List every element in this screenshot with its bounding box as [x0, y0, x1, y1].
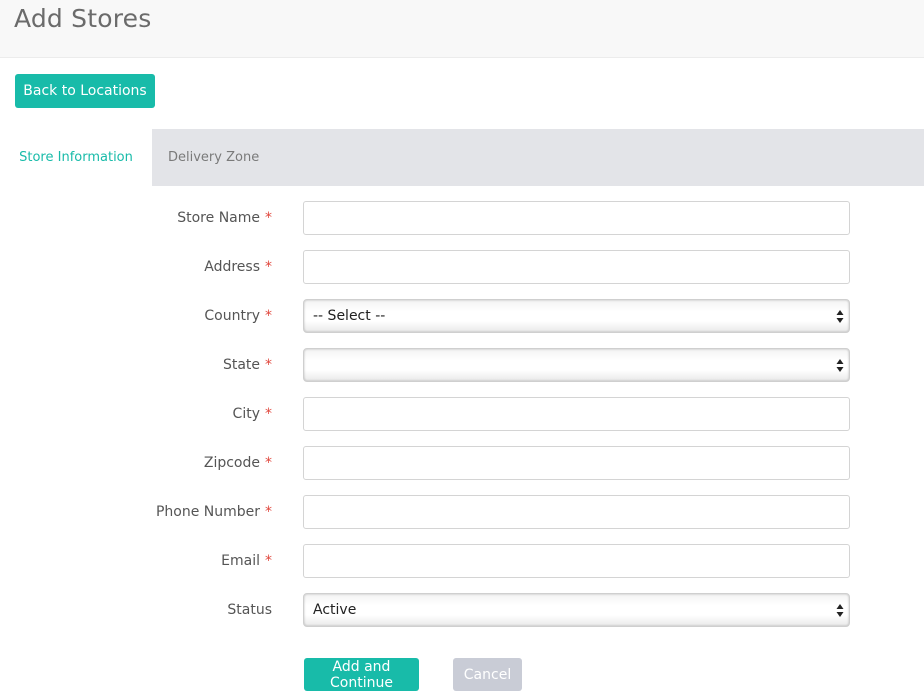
select-arrows-icon [836, 310, 844, 323]
country-select[interactable]: -- Select -- [303, 299, 850, 333]
zipcode-label: Zipcode * [203, 455, 272, 471]
back-to-locations-button[interactable]: Back to Locations [15, 74, 155, 108]
required-mark: * [265, 308, 272, 324]
cancel-button[interactable]: Cancel [453, 658, 522, 691]
page-header: Add Stores [0, 0, 924, 58]
required-mark: * [265, 504, 272, 520]
form-row-email: Email * [0, 544, 924, 578]
form-row-status: Status Active [0, 593, 924, 627]
form-row-city: City * [0, 397, 924, 431]
tab-bar: Store Information Delivery Zone [0, 129, 924, 186]
store-name-label: Store Name * [177, 210, 272, 226]
required-mark: * [265, 553, 272, 569]
status-selected-value: Active [313, 602, 357, 618]
required-mark: * [265, 210, 272, 226]
address-input[interactable] [303, 250, 850, 284]
city-label: City * [232, 406, 272, 422]
form-row-phone-number: Phone Number * [0, 495, 924, 529]
select-arrows-icon [836, 359, 844, 372]
add-and-continue-button[interactable]: Add and Continue [304, 658, 419, 691]
required-mark: * [265, 455, 272, 471]
email-input[interactable] [303, 544, 850, 578]
select-arrows-icon [836, 604, 844, 617]
form-row-country: Country * -- Select -- [0, 299, 924, 333]
phone-number-input[interactable] [303, 495, 850, 529]
phone-number-label: Phone Number * [155, 504, 272, 520]
state-label: State * [222, 357, 272, 373]
city-input[interactable] [303, 397, 850, 431]
required-mark: * [265, 357, 272, 373]
status-select[interactable]: Active [303, 593, 850, 627]
store-name-input[interactable] [303, 201, 850, 235]
country-label: Country * [204, 308, 272, 324]
zipcode-input[interactable] [303, 446, 850, 480]
tab-delivery-zone[interactable]: Delivery Zone [152, 129, 924, 186]
country-selected-value: -- Select -- [313, 308, 386, 324]
form-row-state: State * [0, 348, 924, 382]
form-row-store-name: Store Name * [0, 201, 924, 235]
email-label: Email * [221, 553, 272, 569]
form-row-address: Address * [0, 250, 924, 284]
state-select[interactable] [303, 348, 850, 382]
address-label: Address * [204, 259, 272, 275]
status-label: Status [227, 602, 272, 618]
required-mark: * [265, 259, 272, 275]
tab-store-information[interactable]: Store Information [0, 129, 152, 186]
required-mark: * [265, 406, 272, 422]
form-row-zipcode: Zipcode * [0, 446, 924, 480]
page-title: Add Stores [14, 4, 152, 33]
